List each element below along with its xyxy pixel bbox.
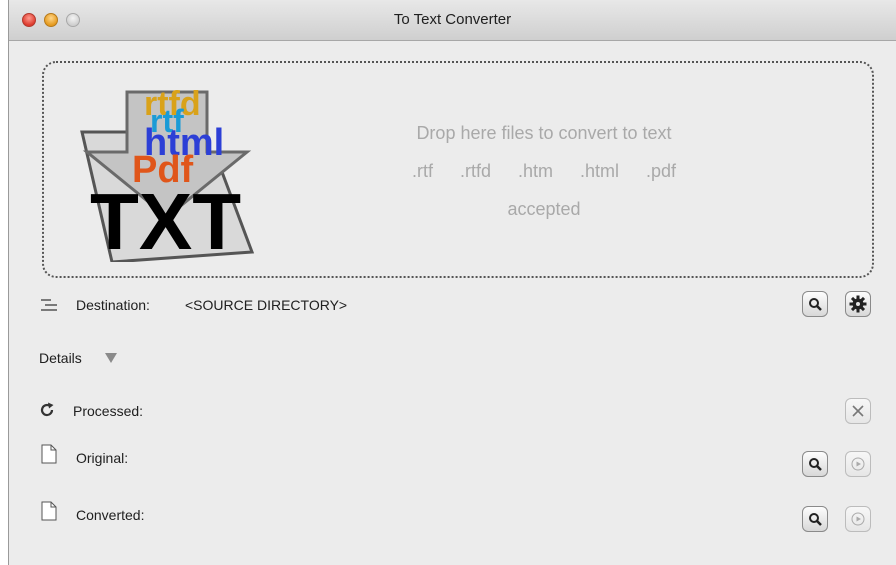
- document-icon: [41, 501, 57, 521]
- destination-value: <SOURCE DIRECTORY>: [185, 297, 348, 313]
- accepted-label: accepted: [507, 199, 581, 219]
- settings-button[interactable]: [845, 291, 871, 317]
- magnifier-icon: [809, 298, 822, 311]
- play-icon: [851, 457, 865, 471]
- details-label[interactable]: Details: [39, 350, 82, 366]
- window-title: To Text Converter: [393, 11, 512, 28]
- list-lines-icon: [41, 299, 57, 311]
- reveal-original-button[interactable]: [802, 451, 828, 477]
- play-icon: [851, 512, 865, 526]
- title-bar[interactable]: To Text Converter: [9, 0, 896, 41]
- magnifier-icon: [809, 513, 822, 526]
- processed-label: Processed:: [73, 403, 144, 419]
- close-x-icon: [852, 405, 864, 417]
- document-icon: [41, 444, 57, 464]
- original-label: Original:: [76, 450, 129, 466]
- open-converted-button[interactable]: [845, 506, 871, 532]
- file-drop-zone[interactable]: rtfd rtf html Pdf TXT Drop here files to…: [42, 61, 874, 278]
- accepted-extensions: .rtf .rtfd .htm .html .pdf: [411, 161, 677, 181]
- icon-word-txt: TXT: [90, 177, 241, 262]
- converted-label: Converted:: [76, 507, 145, 523]
- open-original-button[interactable]: [845, 451, 871, 477]
- reveal-destination-button[interactable]: [802, 291, 828, 317]
- drop-instruction: Drop here files to convert to text: [416, 123, 672, 143]
- gear-icon: [849, 295, 867, 313]
- disclosure-triangle-icon[interactable]: [105, 353, 117, 363]
- destination-label: Destination:: [76, 297, 150, 313]
- txt-converter-icon: rtfd rtf html Pdf TXT: [80, 85, 255, 262]
- app-window: To Text Converter rtfd rtf html Pdf TXT …: [8, 0, 896, 565]
- magnifier-icon: [809, 458, 822, 471]
- clear-processed-button[interactable]: [845, 398, 871, 424]
- reveal-converted-button[interactable]: [802, 506, 828, 532]
- refresh-icon: [40, 402, 54, 417]
